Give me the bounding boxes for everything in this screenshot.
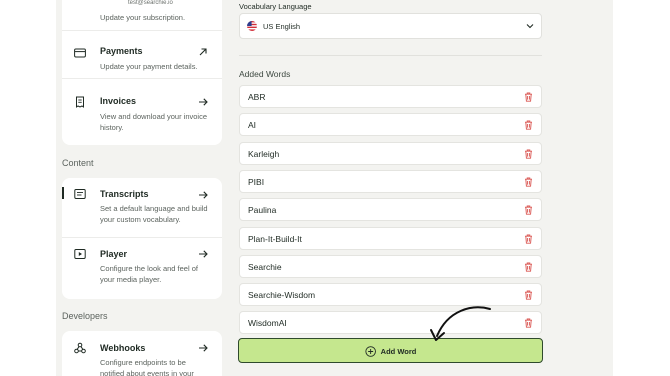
sidebar-item-label: Transcripts <box>100 189 149 199</box>
add-word-button[interactable]: Add Word <box>238 338 543 363</box>
language-select[interactable]: US English <box>239 13 542 39</box>
add-word-content: Add Word <box>364 345 417 357</box>
word-text: WisdomAI <box>248 318 287 329</box>
trash-icon[interactable] <box>524 290 533 300</box>
content-card: Transcripts Set a default language and b… <box>62 178 222 299</box>
sidebar-item-webhooks[interactable]: Webhooks Configure endpoints to be notif… <box>62 331 222 376</box>
word-row: Searchie-Wisdom <box>239 283 542 307</box>
sidebar-item-desc: Configure the look and feel of your medi… <box>100 264 198 284</box>
sidebar-item-transcripts[interactable]: Transcripts Set a default language and b… <box>62 178 222 237</box>
settings-sidebar: test@searchie.io Update your subscriptio… <box>56 0 236 376</box>
sidebar-item-desc: View and download your invoice history. <box>100 112 208 132</box>
arrow-right-icon <box>199 250 208 258</box>
word-row: Paulina <box>239 198 542 222</box>
active-indicator <box>62 187 64 199</box>
plus-circle-icon <box>364 345 376 357</box>
receipt-icon <box>76 96 84 108</box>
sidebar-item-invoices[interactable]: Invoices View and download your invoice … <box>62 78 222 136</box>
settings-page: test@searchie.io Update your subscriptio… <box>56 0 613 376</box>
word-row: WisdomAI <box>239 311 542 335</box>
arrow-right-icon <box>199 344 208 352</box>
word-text: Searchie-Wisdom <box>248 290 316 301</box>
transcript-icon <box>74 189 86 199</box>
trash-icon[interactable] <box>524 149 533 159</box>
trash-icon[interactable] <box>524 177 533 187</box>
vocabulary-language-label: Vocabulary Language <box>239 2 312 11</box>
add-word-label: Add Word <box>380 346 417 356</box>
word-row: Searchie <box>239 254 542 278</box>
trash-icon[interactable] <box>524 234 533 244</box>
webhook-icon <box>74 342 86 354</box>
sidebar-item-label: Payments <box>100 46 143 56</box>
credit-card-icon <box>74 48 86 58</box>
divider <box>239 55 542 56</box>
section-label-content: Content <box>62 158 94 168</box>
trash-icon[interactable] <box>524 262 533 272</box>
us-flag-icon <box>247 21 257 31</box>
account-email: test@searchie.io <box>128 0 173 6</box>
arrow-right-icon <box>199 98 208 106</box>
word-row: PIBI <box>239 169 542 193</box>
sidebar-item-label: Invoices <box>100 96 137 106</box>
sidebar-item-label: Player <box>100 249 128 259</box>
word-row: Plan-It-Build-It <box>239 226 542 250</box>
trash-icon[interactable] <box>524 92 533 102</box>
account-card: test@searchie.io Update your subscriptio… <box>62 0 222 145</box>
right-margin <box>613 0 670 376</box>
word-row: ABR <box>239 85 542 108</box>
sidebar-item-desc: Configure endpoints to be notified about… <box>100 358 194 376</box>
word-text: PIBI <box>248 176 265 187</box>
chevron-down-icon <box>526 24 534 29</box>
sidebar-item-player[interactable]: Player Configure the look and feel of yo… <box>62 237 222 299</box>
section-label-developers: Developers <box>62 311 108 321</box>
subscription-desc: Update your subscription. <box>100 13 186 22</box>
sidebar-item-desc: Set a default language and build your cu… <box>100 204 208 224</box>
trash-icon[interactable] <box>524 120 533 130</box>
sidebar-item-payments[interactable]: Payments Update your payment details. <box>62 30 222 78</box>
sidebar-item-desc: Update your payment details. <box>100 62 198 71</box>
word-text: ABR <box>248 92 266 102</box>
developers-card: Webhooks Configure endpoints to be notif… <box>62 331 222 376</box>
trash-icon[interactable] <box>524 318 533 329</box>
player-icon <box>74 249 86 259</box>
transcripts-settings: Vocabulary Language US English Added Wor… <box>238 0 543 376</box>
word-row: AI <box>239 113 542 137</box>
language-select-value: US English <box>263 22 301 31</box>
external-link-icon <box>199 48 207 56</box>
sidebar-item-label: Webhooks <box>100 343 146 353</box>
word-text: Karleigh <box>248 148 280 159</box>
word-text: Plan-It-Build-It <box>248 233 302 244</box>
word-row: Karleigh <box>239 141 542 165</box>
arrow-right-icon <box>199 191 208 199</box>
trash-icon[interactable] <box>524 205 533 215</box>
added-words-label: Added Words <box>239 69 291 79</box>
word-text: Paulina <box>248 205 277 216</box>
word-text: AI <box>248 120 257 131</box>
word-text: Searchie <box>248 261 282 272</box>
left-margin <box>0 0 56 376</box>
